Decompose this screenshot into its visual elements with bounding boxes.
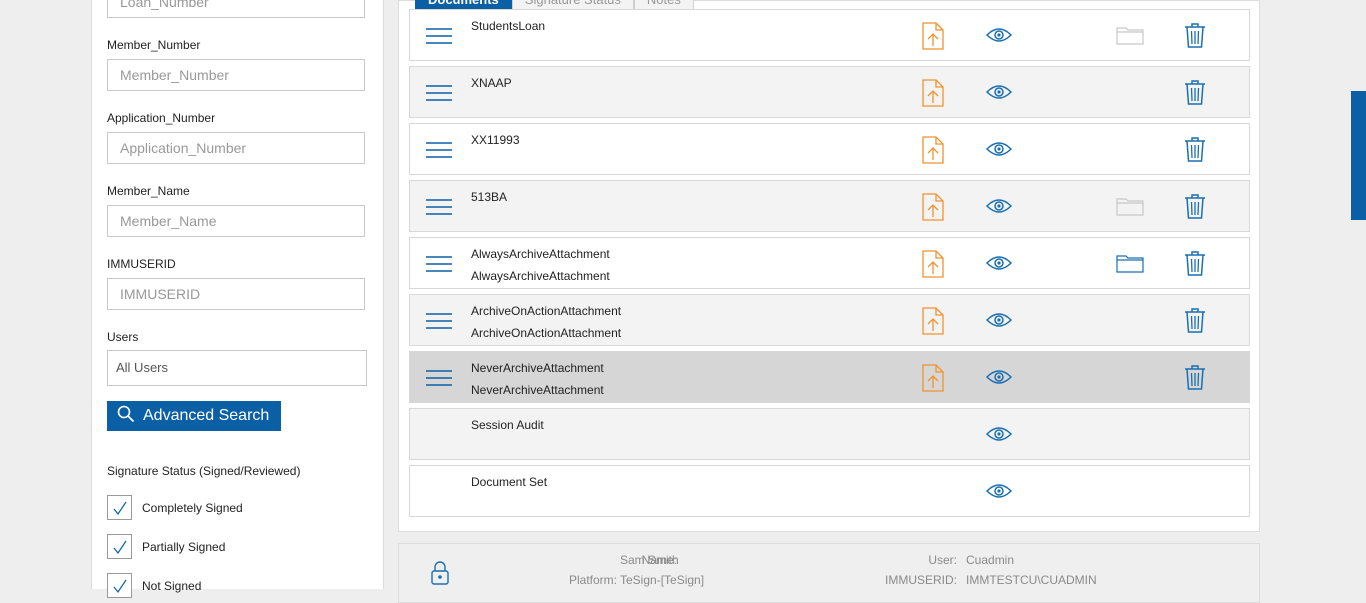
document-name: Session Audit bbox=[471, 418, 544, 432]
checkbox[interactable] bbox=[107, 534, 132, 559]
folder-icon[interactable] bbox=[1116, 253, 1144, 278]
upload-icon[interactable] bbox=[922, 250, 944, 283]
view-eye-icon[interactable] bbox=[985, 140, 1013, 163]
checkmark-icon bbox=[113, 579, 126, 593]
member-number-input[interactable] bbox=[107, 59, 365, 91]
document-name: Document Set bbox=[471, 475, 548, 489]
document-subtitle: AlwaysArchiveAttachment bbox=[471, 269, 610, 283]
checkmark-icon bbox=[113, 540, 126, 554]
document-subtitle: NeverArchiveAttachment bbox=[471, 383, 604, 397]
hamburger-menu-icon[interactable] bbox=[426, 84, 452, 107]
trash-icon[interactable] bbox=[1184, 307, 1206, 338]
immuserid-footer-value: IMMTESTCU\CUADMIN bbox=[966, 573, 1097, 587]
side-drawer-tab[interactable] bbox=[1351, 91, 1366, 220]
immuserid-label: IMMUSERID bbox=[107, 257, 176, 271]
lock-icon[interactable] bbox=[430, 560, 450, 591]
upload-icon[interactable] bbox=[922, 79, 944, 112]
upload-icon[interactable] bbox=[922, 364, 944, 397]
signature-status-title: Signature Status (Signed/Reviewed) bbox=[107, 464, 301, 478]
users-select[interactable]: All Users bbox=[107, 350, 367, 386]
view-eye-icon[interactable] bbox=[985, 311, 1013, 334]
checkbox-label: Partially Signed bbox=[142, 539, 226, 554]
view-eye-icon[interactable] bbox=[985, 254, 1013, 277]
document-name: ArchiveOnActionAttachment bbox=[471, 304, 622, 318]
checkmark-icon bbox=[113, 501, 126, 515]
user-label: User: bbox=[928, 553, 957, 567]
upload-icon[interactable] bbox=[922, 307, 944, 340]
checkbox[interactable] bbox=[107, 573, 132, 598]
immuserid-input[interactable] bbox=[107, 278, 365, 310]
hamburger-menu-icon[interactable] bbox=[426, 141, 452, 164]
checkbox-label: Not Signed bbox=[142, 578, 202, 593]
upload-icon[interactable] bbox=[922, 22, 944, 55]
document-subtitle: ArchiveOnActionAttachment bbox=[471, 326, 622, 340]
member-name-input[interactable] bbox=[107, 205, 365, 237]
document-name: NeverArchiveAttachment bbox=[471, 361, 604, 375]
document-row[interactable]: Session Audit bbox=[409, 408, 1250, 460]
document-name: 513BA bbox=[471, 190, 508, 204]
trash-icon[interactable] bbox=[1184, 250, 1206, 281]
document-row[interactable]: XNAAP bbox=[409, 66, 1250, 118]
folder-icon bbox=[1116, 25, 1144, 50]
view-eye-icon[interactable] bbox=[985, 368, 1013, 391]
completely-signed-option[interactable]: Completely Signed bbox=[107, 495, 243, 520]
name-value: Sam Smith bbox=[620, 553, 679, 567]
users-label: Users bbox=[107, 330, 139, 344]
member-number-label: Member_Number bbox=[107, 38, 201, 52]
document-row[interactable]: Document Set bbox=[409, 465, 1250, 517]
hamburger-menu-icon[interactable] bbox=[426, 312, 452, 335]
tab-bar: Documents Signature Status Notes bbox=[415, 0, 694, 10]
view-eye-icon[interactable] bbox=[985, 425, 1013, 448]
checkbox-label: Completely Signed bbox=[142, 500, 243, 515]
platform-label: Platform: bbox=[568, 573, 617, 587]
platform-value: TeSign-[TeSign] bbox=[620, 573, 705, 587]
trash-icon[interactable] bbox=[1184, 22, 1206, 53]
hamburger-menu-icon[interactable] bbox=[426, 369, 452, 392]
trash-icon[interactable] bbox=[1184, 193, 1206, 224]
document-name: XX11993 bbox=[471, 133, 520, 147]
application-number-input[interactable] bbox=[107, 132, 365, 164]
view-eye-icon[interactable] bbox=[985, 482, 1013, 505]
hamburger-menu-icon[interactable] bbox=[426, 255, 452, 278]
document-name: AlwaysArchiveAttachment bbox=[471, 247, 610, 261]
partially-signed-option[interactable]: Partially Signed bbox=[107, 534, 225, 559]
advanced-search-button[interactable]: Advanced Search bbox=[107, 401, 281, 431]
document-name: StudentsLoan bbox=[471, 19, 546, 33]
folder-icon bbox=[1116, 196, 1144, 221]
document-row[interactable]: 513BA bbox=[409, 180, 1250, 232]
upload-icon[interactable] bbox=[922, 193, 944, 226]
search-panel: Member_Number Application_Number Member_… bbox=[91, 0, 384, 598]
hamburger-menu-icon[interactable] bbox=[426, 198, 452, 221]
document-row[interactable]: AlwaysArchiveAttachment AlwaysArchiveAtta… bbox=[409, 237, 1250, 289]
trash-icon[interactable] bbox=[1184, 136, 1206, 167]
trash-icon[interactable] bbox=[1184, 364, 1206, 395]
document-row[interactable]: StudentsLoan bbox=[409, 9, 1250, 61]
trash-icon[interactable] bbox=[1184, 79, 1206, 110]
document-row[interactable]: NeverArchiveAttachment NeverArchiveAttach… bbox=[409, 351, 1250, 403]
session-info-footer: Name: Sam Smith Platform: TeSign-[TeSign… bbox=[398, 543, 1260, 603]
user-value: Cuadmin bbox=[966, 553, 1015, 567]
immuserid-footer-label: IMMUSERID: bbox=[885, 573, 957, 587]
search-icon bbox=[117, 405, 135, 428]
document-row[interactable]: XX11993 bbox=[409, 123, 1250, 175]
application-number-label: Application_Number bbox=[107, 111, 216, 125]
upload-icon[interactable] bbox=[922, 136, 944, 169]
view-eye-icon[interactable] bbox=[985, 197, 1013, 220]
view-eye-icon[interactable] bbox=[985, 83, 1013, 106]
member-name-label: Member_Name bbox=[107, 184, 190, 198]
document-row[interactable]: ArchiveOnActionAttachment ArchiveOnAction… bbox=[409, 294, 1250, 346]
checkbox[interactable] bbox=[107, 495, 132, 520]
loan-number-input[interactable] bbox=[107, 0, 365, 18]
hamburger-menu-icon[interactable] bbox=[426, 27, 452, 50]
document-name: XNAAP bbox=[471, 76, 512, 90]
not-signed-option[interactable]: Not Signed bbox=[107, 573, 201, 598]
advanced-search-label: Advanced Search bbox=[143, 407, 270, 424]
view-eye-icon[interactable] bbox=[985, 26, 1013, 49]
